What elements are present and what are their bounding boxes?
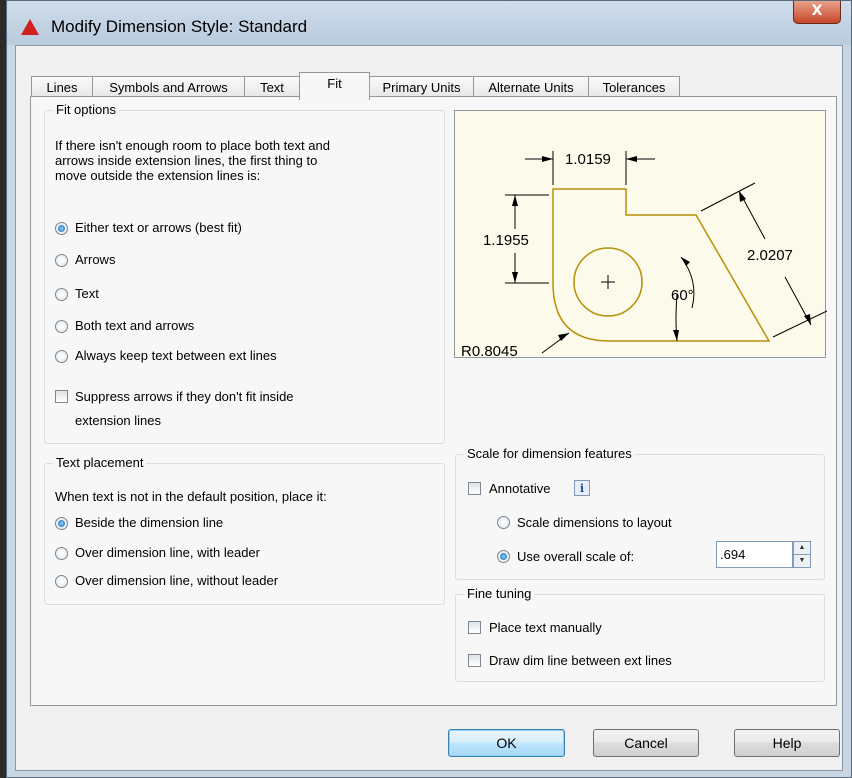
tab-text[interactable]: Text [244, 76, 300, 98]
annotative-label[interactable]: Annotative [489, 481, 550, 496]
preview-dim-right: 2.0207 [747, 247, 793, 264]
radio-both-text-and-arrows[interactable] [55, 320, 68, 333]
fine-tuning-group: Fine tuning [455, 586, 825, 682]
place-text-manually-checkbox[interactable] [468, 621, 481, 634]
text-placement-description: When text is not in the default position… [55, 489, 327, 504]
ok-button[interactable]: OK [448, 729, 565, 757]
overall-scale-input[interactable]: .694 [716, 541, 793, 568]
window-title: Modify Dimension Style: Standard [51, 17, 308, 36]
suppress-arrows-label-1[interactable]: Suppress arrows if they don't fit inside [75, 389, 294, 404]
text-placement-title: Text placement [53, 455, 147, 470]
place-text-manually-label[interactable]: Place text manually [489, 620, 602, 635]
preview-geometry [552, 188, 771, 342]
tab-tolerances[interactable]: Tolerances [588, 76, 680, 98]
annotative-checkbox[interactable] [468, 482, 481, 495]
tab-alternate-units[interactable]: Alternate Units [473, 76, 589, 98]
radio-beside-dimension-line[interactable] [55, 517, 68, 530]
autocad-app-icon [21, 19, 39, 35]
label-text[interactable]: Text [75, 286, 99, 301]
tab-primary-units[interactable]: Primary Units [369, 76, 474, 98]
label-either-text-or-arrows[interactable]: Either text or arrows (best fit) [75, 220, 242, 235]
close-button[interactable]: X [793, 1, 841, 24]
spin-up-icon[interactable]: ▲ [794, 542, 810, 554]
preview-dim-angle: 60° [671, 287, 694, 304]
overall-scale-spinner[interactable]: ▲ ▼ [793, 541, 811, 568]
preview-dim-top: 1.0159 [565, 151, 611, 168]
radio-over-without-leader[interactable] [55, 575, 68, 588]
fit-options-title: Fit options [53, 102, 119, 117]
label-over-without-leader[interactable]: Over dimension line, without leader [75, 573, 278, 588]
tab-fit[interactable]: Fit [299, 72, 370, 100]
draw-dim-line-label[interactable]: Draw dim line between ext lines [489, 653, 672, 668]
radio-either-text-or-arrows[interactable] [55, 222, 68, 235]
label-both-text-and-arrows[interactable]: Both text and arrows [75, 318, 194, 333]
radio-over-with-leader[interactable] [55, 547, 68, 560]
radio-arrows[interactable] [55, 254, 68, 267]
suppress-arrows-label-2[interactable]: extension lines [75, 413, 161, 428]
title-bar[interactable]: Modify Dimension Style: Standard X [7, 1, 851, 45]
label-scale-to-layout[interactable]: Scale dimensions to layout [517, 515, 672, 530]
preview-dim-left: 1.1955 [483, 232, 529, 249]
radio-always-keep-text[interactable] [55, 350, 68, 363]
radio-use-overall-scale[interactable] [497, 550, 510, 563]
help-button[interactable]: Help [734, 729, 840, 757]
info-icon[interactable]: i [574, 480, 590, 496]
label-over-with-leader[interactable]: Over dimension line, with leader [75, 545, 260, 560]
fit-description-line-2: arrows inside extension lines, the first… [55, 153, 318, 168]
draw-dim-line-checkbox[interactable] [468, 654, 481, 667]
fit-description-line-3: move outside the extension lines is: [55, 168, 261, 183]
radio-text[interactable] [55, 288, 68, 301]
label-arrows[interactable]: Arrows [75, 252, 115, 267]
label-beside-dimension-line[interactable]: Beside the dimension line [75, 515, 223, 530]
scale-title: Scale for dimension features [464, 446, 635, 461]
radio-scale-to-layout[interactable] [497, 516, 510, 529]
tab-lines[interactable]: Lines [31, 76, 93, 98]
fit-description-line-1: If there isn't enough room to place both… [55, 138, 330, 153]
tab-symbols-and-arrows[interactable]: Symbols and Arrows [92, 76, 245, 98]
label-use-overall-scale[interactable]: Use overall scale of: [517, 549, 634, 564]
spin-down-icon[interactable]: ▼ [794, 554, 810, 567]
label-always-keep-text[interactable]: Always keep text between ext lines [75, 348, 277, 363]
cancel-button[interactable]: Cancel [593, 729, 699, 757]
fine-tuning-title: Fine tuning [464, 586, 535, 601]
preview-dim-radius: R0.8045 [461, 343, 518, 360]
suppress-arrows-checkbox[interactable] [55, 390, 68, 403]
dimension-preview: 1.0159 1.1955 2.0207 60° R0.8045 [454, 110, 828, 360]
